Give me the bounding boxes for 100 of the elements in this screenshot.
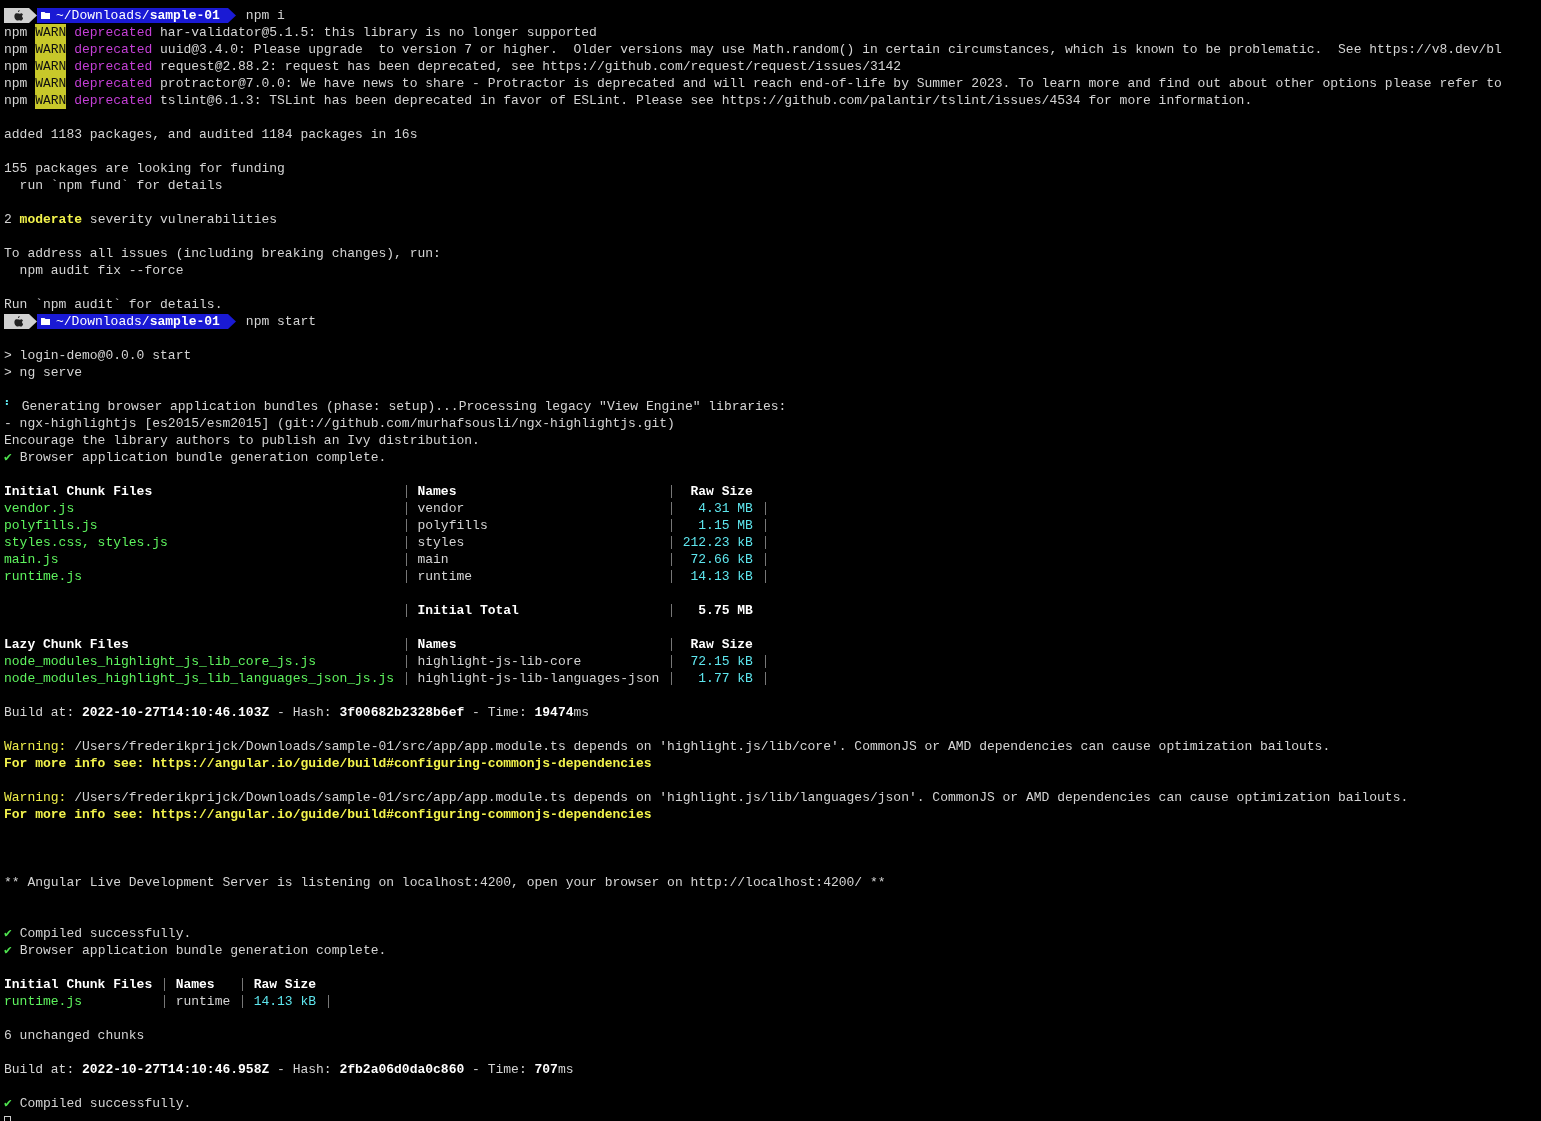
size-value: 72.66 kB bbox=[689, 551, 753, 568]
log-prefix: npm bbox=[4, 41, 28, 58]
size-value: 4.31 MB bbox=[697, 500, 753, 517]
log-text: Compiled successfully. bbox=[19, 1095, 192, 1112]
file-name: main.js bbox=[4, 551, 60, 568]
log-text: Build at: bbox=[4, 704, 75, 721]
log-value: 19474 bbox=[534, 704, 574, 721]
log-value: 2022-10-27T14:10:46.103Z bbox=[82, 704, 270, 721]
log-text: 155 packages are looking for funding bbox=[4, 160, 285, 177]
file-name: runtime.js bbox=[4, 568, 83, 585]
file-name: node_modules_highlight_js_lib_languages_json_js.js bbox=[4, 670, 395, 687]
file-name: polyfills.js bbox=[4, 517, 99, 534]
log-text: Encourage the library authors to publish an Ivy distribution. bbox=[4, 432, 480, 449]
command-text: npm i bbox=[245, 7, 285, 24]
log-value: 3f00682b2328b6ef bbox=[339, 704, 465, 721]
info-text: For more info see: https://angular.io/guide/build#configuring-commonjs-dependencies bbox=[4, 806, 652, 823]
column-header: Names bbox=[175, 976, 216, 993]
log-text: > ng serve bbox=[4, 364, 82, 381]
check-icon: ✔ bbox=[4, 925, 12, 942]
log-prefix: npm bbox=[4, 58, 28, 75]
total-label: Initial Total bbox=[417, 602, 520, 619]
command-text: npm start bbox=[245, 313, 317, 330]
log-prefix: npm bbox=[4, 92, 28, 109]
warn-badge: WARN bbox=[35, 41, 67, 58]
log-text: - ngx-highlightjs [es2015/esm2015] (git://github.com/murhafsousli/ngx-highlightjs.git) bbox=[4, 415, 675, 432]
log-value: 2fb2a06d0da0c860 bbox=[339, 1061, 465, 1078]
log-text: Compiled successfully. bbox=[19, 925, 192, 942]
log-text: protractor@7.0.0: We have news to share - Protractor is deprecated and will reach end-of-life by Summer 2023. To learn more and find out about other options please refer to bbox=[160, 75, 1502, 92]
warn-badge: WARN bbox=[35, 75, 67, 92]
warn-badge: WARN bbox=[35, 92, 67, 109]
log-text: - Hash: bbox=[277, 704, 332, 721]
chunk-name: runtime bbox=[175, 993, 231, 1010]
log-value: 2022-10-27T14:10:46.958Z bbox=[82, 1061, 270, 1078]
log-text: Browser application bundle generation complete. bbox=[19, 449, 387, 466]
deprecated-label: deprecated bbox=[74, 58, 153, 75]
column-header: Initial Chunk Files bbox=[4, 976, 153, 993]
deprecated-label: deprecated bbox=[74, 92, 153, 109]
deprecated-label: deprecated bbox=[74, 24, 153, 41]
log-text: Browser application bundle generation complete. bbox=[19, 942, 387, 959]
log-text: - Time: bbox=[472, 1061, 527, 1078]
log-text: tslint@6.1.3: TSLint has been deprecated in favor of ESLint. Please see https://github.com/palantir/tslint/issues/4534 for more information. bbox=[160, 92, 1253, 109]
column-header: Raw Size bbox=[253, 976, 317, 993]
column-header: Raw Size bbox=[689, 483, 753, 500]
log-text: > login-demo@0.0.0 start bbox=[4, 347, 192, 364]
folder-icon bbox=[41, 12, 50, 19]
log-text: severity vulnerabilities bbox=[89, 211, 278, 228]
warning-label: Warning: bbox=[4, 738, 67, 755]
log-text: har-validator@5.1.5: this library is no longer supported bbox=[160, 24, 597, 41]
file-name: vendor.js bbox=[4, 500, 76, 517]
deprecated-label: deprecated bbox=[74, 41, 153, 58]
chunk-name: main bbox=[417, 551, 450, 568]
size-value: 72.15 kB bbox=[689, 653, 753, 670]
log-text: Build at: bbox=[4, 1061, 75, 1078]
file-name: runtime.js bbox=[4, 993, 83, 1010]
column-header: Names bbox=[417, 483, 458, 500]
chunk-name: vendor bbox=[417, 500, 466, 517]
log-text: request@2.88.2: request has been deprecated, see https://github.com/request/request/issues/3142 bbox=[160, 58, 902, 75]
log-text: 2 bbox=[4, 211, 12, 228]
check-icon: ✔ bbox=[4, 1095, 12, 1112]
log-text: run `npm fund` for details bbox=[18, 177, 223, 194]
severity-label: moderate bbox=[19, 211, 83, 228]
chunk-name: highlight-js-lib-core bbox=[417, 653, 583, 670]
column-header: Raw Size bbox=[689, 636, 753, 653]
file-name: styles.css, styles.js bbox=[4, 534, 169, 551]
folder-icon bbox=[41, 318, 50, 325]
folder-path: ~/Downloads/sample-01 bbox=[56, 7, 220, 24]
warning-label: Warning: bbox=[4, 789, 67, 806]
warn-badge: WARN bbox=[35, 24, 67, 41]
chunk-name: polyfills bbox=[417, 517, 489, 534]
log-text: npm audit fix --force bbox=[18, 262, 184, 279]
file-name: node_modules_highlight_js_lib_core_js.js bbox=[4, 653, 318, 670]
check-icon: ✔ bbox=[4, 942, 12, 959]
log-text: - Time: bbox=[472, 704, 527, 721]
log-text: /Users/frederikprijck/Downloads/sample-01/src/app/app.module.ts depends on 'highlight.js/lib/core'. CommonJS or AMD dependencies can cause optimization bailouts. bbox=[74, 738, 1331, 755]
apple-icon bbox=[12, 9, 23, 22]
unit-text: ms bbox=[573, 704, 590, 721]
size-value: 1.15 MB bbox=[697, 517, 753, 534]
log-text: 6 unchanged chunks bbox=[4, 1027, 145, 1044]
folder-path: ~/Downloads/sample-01 bbox=[56, 313, 220, 330]
column-header: Lazy Chunk Files bbox=[4, 636, 130, 653]
size-value: 14.13 kB bbox=[253, 993, 317, 1010]
deprecated-label: deprecated bbox=[74, 75, 153, 92]
log-text: To address all issues (including breaking changes), run: bbox=[4, 245, 441, 262]
log-prefix: npm bbox=[4, 24, 28, 41]
check-icon: ✔ bbox=[4, 449, 12, 466]
chunk-name: runtime bbox=[417, 568, 474, 585]
log-text: Run `npm audit` for details. bbox=[4, 296, 223, 313]
log-prefix: npm bbox=[4, 75, 28, 92]
log-text: uuid@3.4.0: Please upgrade to version 7 or higher. Older versions may use Math.random() in certain circumstances, which is known to be problematic. See https://v8.dev/bl bbox=[160, 41, 1502, 58]
log-text: Generating browser application bundles (phase: setup)...Processing legacy "View Engine" libraries: bbox=[21, 398, 787, 415]
log-text: added 1183 packages, and audited 1184 packages in 16s bbox=[4, 126, 418, 143]
log-value: 707 bbox=[534, 1061, 558, 1078]
size-value: 212.23 kB bbox=[682, 534, 753, 551]
log-text: /Users/frederikprijck/Downloads/sample-01/src/app/app.module.ts depends on 'highlight.js/lib/languages/json'. CommonJS or AMD dependencies can cause optimization bailouts. bbox=[74, 789, 1409, 806]
column-header: Initial Chunk Files bbox=[4, 483, 154, 500]
unit-text: ms bbox=[557, 1061, 574, 1078]
chunk-name: highlight-js-lib-languages-json bbox=[417, 670, 660, 687]
log-text: ** Angular Live Development Server is listening on localhost:4200, open your browser on http://localhost:4200/ ** bbox=[4, 874, 886, 891]
total-size: 5.75 MB bbox=[697, 602, 753, 619]
warn-badge: WARN bbox=[35, 58, 67, 75]
